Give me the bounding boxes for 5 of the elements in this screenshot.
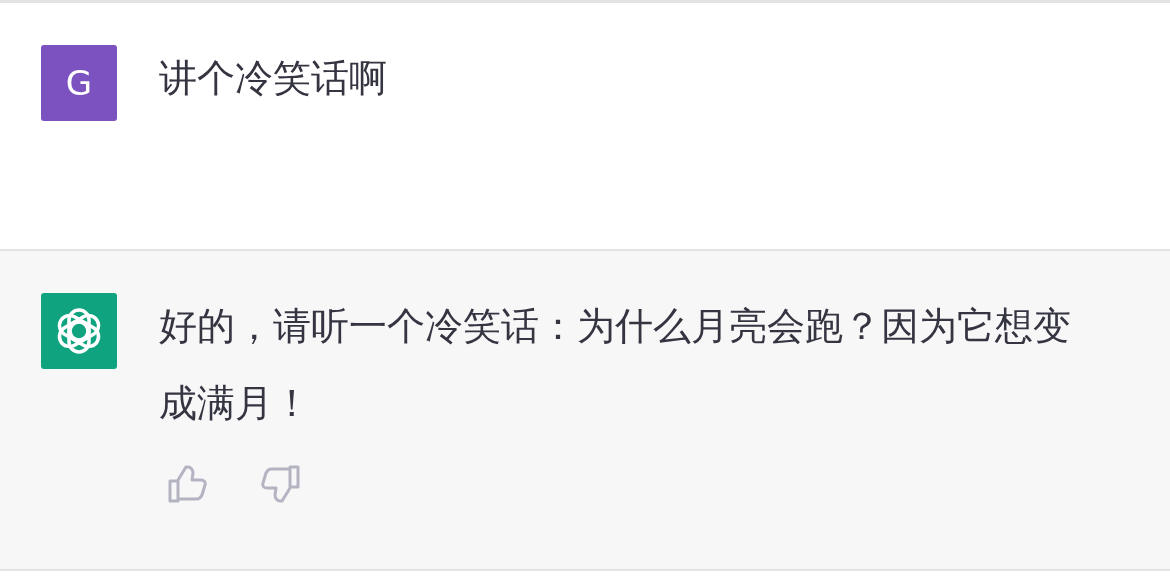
message-text: 讲个冷笑话啊 — [159, 55, 388, 102]
thumbs-down-icon[interactable] — [261, 464, 301, 504]
thumbs-up-icon[interactable] — [167, 464, 207, 504]
user-avatar: G — [41, 45, 117, 121]
message-text: 好的，请听一个冷笑话：为什么月亮会跑？因为它想变成满月！ — [159, 303, 1072, 427]
